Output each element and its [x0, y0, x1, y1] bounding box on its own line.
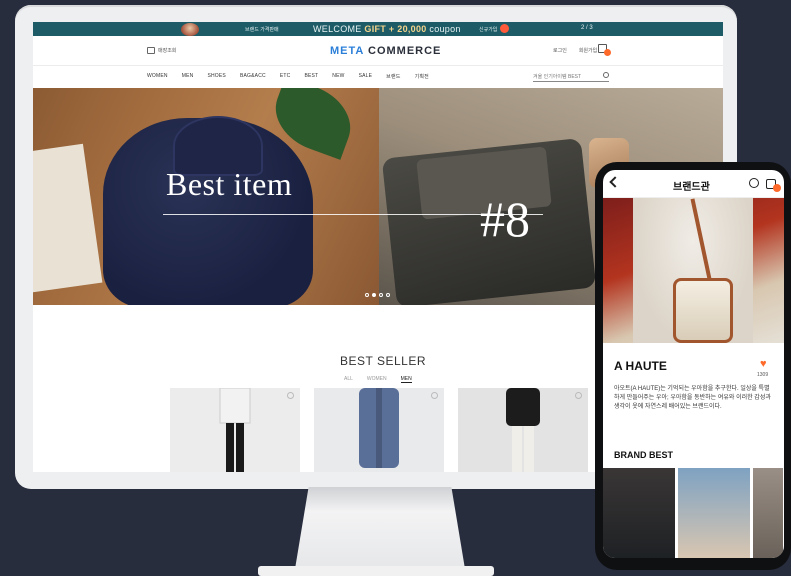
stage: 브랜드 가격판매 WELCOME GIFT + 20,000 coupon 신규…	[0, 0, 791, 576]
pagination-dot[interactable]	[379, 293, 383, 297]
back-arrow-icon[interactable]	[609, 176, 621, 188]
cart-count-badge	[604, 49, 611, 56]
wishlist-icon[interactable]	[575, 392, 582, 399]
pagination-dot[interactable]	[386, 293, 390, 297]
promo-banner[interactable]: 브랜드 가격판매 WELCOME GIFT + 20,000 coupon 신규…	[33, 22, 723, 36]
promo-welcome: WELCOME GIFT + 20,000 coupon	[313, 24, 461, 34]
best-seller-title: BEST SELLER	[340, 354, 426, 368]
hero-number: #8	[480, 191, 530, 247]
store-icon	[147, 47, 155, 54]
tab-men[interactable]: MEN	[400, 376, 412, 383]
product-card[interactable]	[458, 388, 588, 472]
brand-hero-image	[603, 198, 784, 343]
tab-women[interactable]: WOMEN	[367, 376, 387, 383]
brand-name: A HAUTE	[614, 359, 667, 373]
promo-signup-text[interactable]: 신규가입	[479, 26, 497, 33]
product-card[interactable]	[170, 388, 300, 472]
tab-all[interactable]: ALL	[344, 376, 353, 383]
login-link[interactable]: 로그인	[553, 47, 567, 54]
brand-best-item[interactable]	[678, 468, 750, 558]
store-label: 매장조회	[158, 48, 177, 54]
signup-badge	[500, 24, 509, 33]
promo-thumbnail	[181, 23, 199, 36]
wishlist-icon[interactable]	[287, 392, 294, 399]
hero-title: Best item	[166, 166, 293, 202]
product-card[interactable]	[314, 388, 444, 472]
nav-item[interactable]: WOMEN	[147, 73, 168, 80]
bucket-bag-shape	[673, 278, 733, 343]
user-utility-links: 로그인 회원가입	[553, 47, 597, 54]
product-image	[506, 388, 540, 472]
main-navigation: WOMEN MEN SHOES BAG&ACC ETC BEST NEW SALE 브랜드 기획전…	[33, 66, 723, 88]
search-placeholder: 겨울 인기아이템 BEST	[533, 74, 582, 80]
product-image	[219, 388, 251, 472]
brand-best-title: BRAND BEST	[614, 450, 674, 460]
top-header: 매장조회 META COMMERCE 로그인 회원가입	[33, 36, 723, 66]
brand-best-item[interactable]	[753, 468, 783, 558]
product-image	[359, 388, 399, 468]
promo-pager[interactable]: 2 / 3	[581, 25, 593, 31]
site-logo[interactable]: META COMMERCE	[330, 45, 441, 57]
mobile-header: 브랜드관	[603, 170, 784, 198]
search-icon[interactable]	[603, 72, 609, 78]
like-count: 1309	[757, 372, 769, 378]
pagination-dot[interactable]	[372, 293, 376, 297]
join-link[interactable]: 회원가입	[579, 47, 597, 54]
nav-item[interactable]: NEW	[332, 73, 344, 80]
wishlist-icon[interactable]	[431, 392, 438, 399]
promo-brand-text: 브랜드 가격판매	[245, 27, 279, 33]
nav-item[interactable]: 기획전	[415, 73, 429, 80]
mobile-screen: 브랜드관 A HAUTE ♥ 1309 아오트(A HAUTE)는 기억되는 우…	[603, 170, 784, 558]
brand-best-list	[603, 468, 784, 558]
brand-description: 아오트(A HAUTE)는 기억되는 우아함을 추구한다. 일상을 특별하게 만…	[614, 386, 771, 410]
nav-item[interactable]: SHOES	[207, 73, 226, 80]
mobile-page-title: 브랜드관	[673, 182, 710, 193]
nav-item[interactable]: SALE	[359, 73, 373, 80]
search-icon[interactable]	[749, 178, 759, 188]
nav-item[interactable]: MEN	[182, 73, 194, 80]
nav-item[interactable]: BEST	[304, 73, 318, 80]
search-input[interactable]: 겨울 인기아이템 BEST	[533, 70, 609, 82]
store-finder-link[interactable]: 매장조회	[147, 47, 176, 54]
heart-icon[interactable]: ♥	[760, 358, 767, 370]
monitor-stand	[295, 487, 465, 569]
monitor-base	[258, 566, 494, 576]
brand-best-item[interactable]	[603, 468, 675, 558]
notebook-shape	[33, 143, 103, 293]
cart-count-badge	[773, 184, 781, 192]
hero-pagination	[365, 293, 390, 297]
nav-item[interactable]: ETC	[280, 73, 291, 80]
nav-item[interactable]: 브랜드	[386, 73, 400, 80]
best-seller-tabs: ALL WOMEN MEN	[344, 376, 412, 383]
pagination-dot[interactable]	[365, 293, 369, 297]
mobile-phone: 브랜드관 A HAUTE ♥ 1309 아오트(A HAUTE)는 기억되는 우…	[595, 162, 791, 570]
nav-list: WOMEN MEN SHOES BAG&ACC ETC BEST NEW SALE 브랜드 기획전	[147, 73, 443, 80]
nav-item[interactable]: BAG&ACC	[240, 73, 266, 80]
